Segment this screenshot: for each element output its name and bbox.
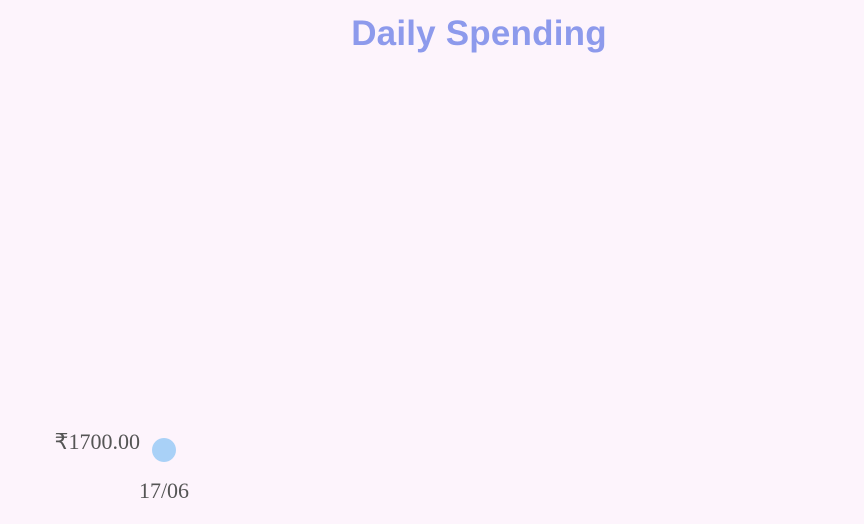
spending-plot: ₹1700.00 17/06 — [55, 429, 190, 503]
plot-marks: ₹1700.00 17/06 — [55, 429, 190, 503]
x-tick-label: 17/06 — [139, 478, 189, 503]
data-point[interactable] — [152, 438, 176, 462]
y-tick-label: ₹1700.00 — [55, 429, 141, 454]
chart-page: Daily Spending ₹1700.00 17/06 — [0, 0, 864, 524]
